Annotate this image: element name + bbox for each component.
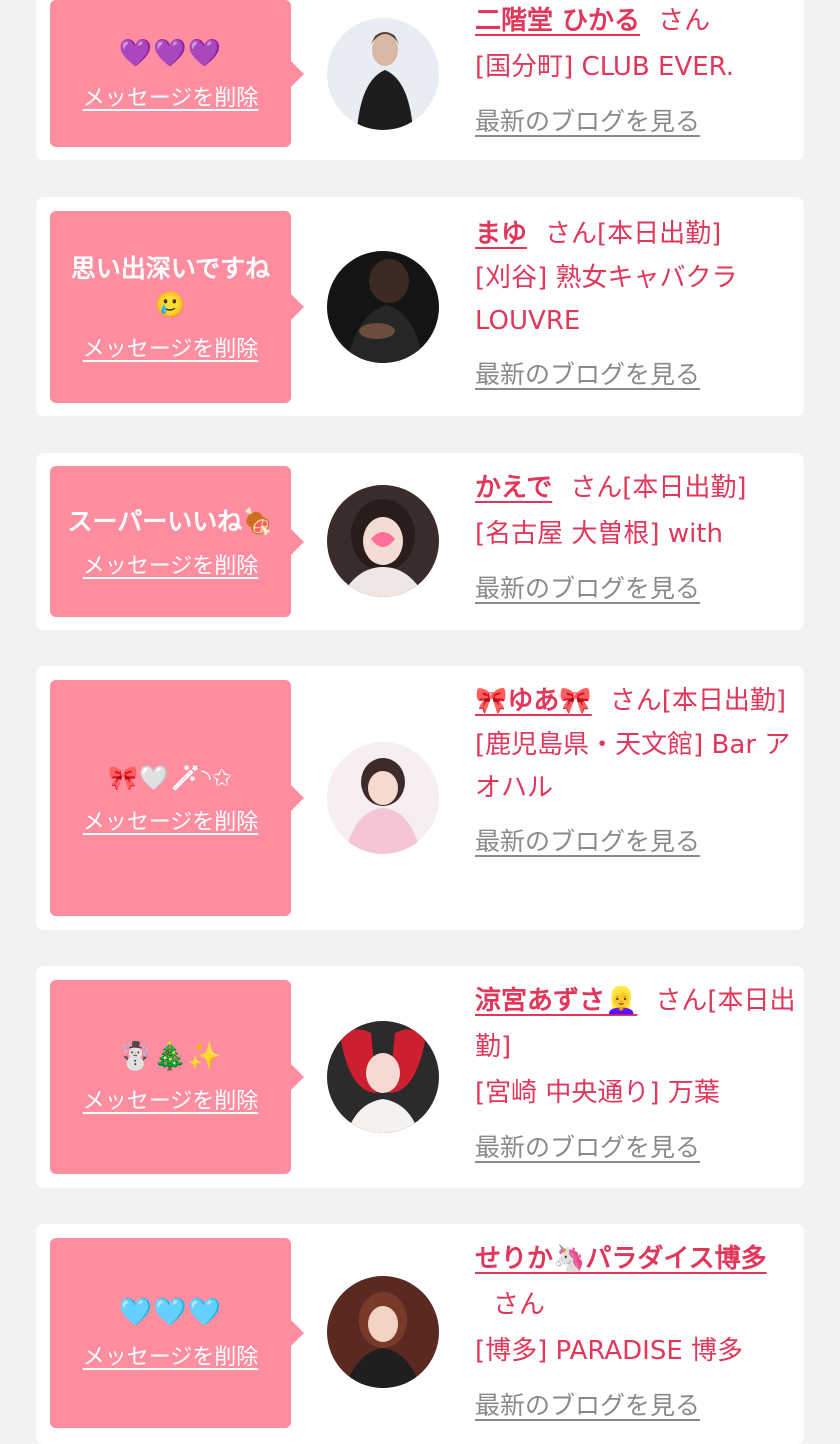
- message-text: スーパーいいね🍖: [67, 506, 274, 536]
- message-card: スーパーいいね🍖 メッセージを削除 かえで さん[本日出勤] [名古屋 大曽根] …: [36, 453, 804, 630]
- shop-label: [国分町] CLUB EVER.: [475, 52, 735, 82]
- avatar[interactable]: [327, 1021, 439, 1133]
- cast-info: せりか🦄パラダイス博多さん [博多] PARADISE 博多 最新のブログを見る: [475, 1236, 797, 1426]
- san-label: さん: [609, 686, 662, 716]
- cast-name-link[interactable]: 二階堂 ひかる: [475, 6, 640, 36]
- delete-message-link[interactable]: メッセージを削除: [83, 1339, 259, 1371]
- latest-blog-link[interactable]: 最新のブログを見る: [475, 1128, 797, 1168]
- latest-blog-link[interactable]: 最新のブログを見る: [475, 102, 797, 142]
- message-bubble: 🎀🤍🪄︎︎◝✩ メッセージを削除: [50, 680, 304, 916]
- message-bubble: ☃️🎄✨ メッセージを削除: [50, 980, 304, 1174]
- message-text: 💜💜💜: [118, 37, 223, 69]
- message-card: 💜💜💜 メッセージを削除 二階堂 ひかる さん [国分町] CLUB EVER. …: [36, 0, 804, 160]
- cast-name-link[interactable]: かえで: [475, 473, 552, 503]
- cast-info: かえで さん[本日出勤] [名古屋 大曽根] with 最新のブログを見る: [475, 465, 797, 609]
- shop-label: [名古屋 大曽根] with: [475, 519, 723, 549]
- san-label: さん: [658, 6, 711, 36]
- cast-name-link[interactable]: 涼宮あずさ👱‍♀️: [475, 986, 637, 1016]
- status-label: [本日出勤]: [597, 219, 722, 249]
- shop-label: [刈谷] 熟女キャバクラLOUVRE: [475, 263, 738, 336]
- avatar[interactable]: [327, 251, 439, 363]
- message-card: 🩵🩵🩵 メッセージを削除 せりか🦄パラダイス博多さん [博多] PARADISE…: [36, 1224, 804, 1444]
- message-text: 🎀🤍🪄︎︎◝✩: [108, 764, 233, 792]
- delete-message-link[interactable]: メッセージを削除: [83, 548, 259, 580]
- avatar[interactable]: [327, 1276, 439, 1388]
- message-card: 🎀🤍🪄︎︎◝✩ メッセージを削除 🎀ゆあ🎀 さん[本日出勤] [鹿児島県・天文館]…: [36, 666, 804, 930]
- san-label: さん: [493, 1290, 546, 1320]
- cast-info: 二階堂 ひかる さん [国分町] CLUB EVER. 最新のブログを見る: [475, 0, 797, 142]
- latest-blog-link[interactable]: 最新のブログを見る: [475, 1386, 797, 1426]
- shop-label: [博多] PARADISE 博多: [475, 1336, 744, 1366]
- message-text: ☃️🎄✨: [118, 1041, 223, 1072]
- shop-label: [鹿児島県・天文館] Bar アオハル: [475, 730, 791, 803]
- cast-name-link[interactable]: 🎀ゆあ🎀: [475, 686, 592, 716]
- cast-info: 🎀ゆあ🎀 さん[本日出勤] [鹿児島県・天文館] Bar アオハル 最新のブログを…: [475, 678, 797, 862]
- avatar[interactable]: [327, 18, 439, 130]
- message-bubble: 💜💜💜 メッセージを削除: [50, 0, 304, 147]
- message-card: 思い出深いですね🥲 メッセージを削除 まゆ さん[本日出勤] [刈谷] 熟女キャバ…: [36, 197, 804, 416]
- cast-info: 涼宮あずさ👱‍♀️ さん[本日出勤] [宮崎 中央通り] 万葉 最新のブログを見る: [475, 978, 797, 1168]
- status-label: [本日出勤]: [622, 473, 747, 503]
- san-label: さん: [545, 219, 598, 249]
- latest-blog-link[interactable]: 最新のブログを見る: [475, 822, 797, 862]
- delete-message-link[interactable]: メッセージを削除: [83, 1083, 259, 1115]
- san-label: さん: [655, 986, 708, 1016]
- message-bubble: スーパーいいね🍖 メッセージを削除: [50, 466, 304, 617]
- message-bubble: 思い出深いですね🥲 メッセージを削除: [50, 211, 304, 403]
- message-card: ☃️🎄✨ メッセージを削除 涼宮あずさ👱‍♀️ さん[本日出勤] [宮崎 中央通り…: [36, 966, 804, 1188]
- delete-message-link[interactable]: メッセージを削除: [83, 331, 259, 363]
- shop-label: [宮崎 中央通り] 万葉: [475, 1078, 720, 1108]
- avatar[interactable]: [327, 485, 439, 597]
- avatar[interactable]: [327, 742, 439, 854]
- latest-blog-link[interactable]: 最新のブログを見る: [475, 355, 797, 395]
- delete-message-link[interactable]: メッセージを削除: [83, 804, 259, 836]
- san-label: さん: [570, 473, 623, 503]
- status-label: [本日出勤]: [661, 686, 787, 716]
- message-text: 🩵🩵🩵: [118, 1297, 223, 1328]
- delete-message-link[interactable]: メッセージを削除: [83, 80, 259, 112]
- cast-name-link[interactable]: せりか🦄パラダイス博多: [475, 1244, 767, 1274]
- cast-name-link[interactable]: まゆ: [475, 219, 527, 249]
- cast-info: まゆ さん[本日出勤] [刈谷] 熟女キャバクラLOUVRE 最新のブログを見る: [475, 211, 797, 395]
- latest-blog-link[interactable]: 最新のブログを見る: [475, 569, 797, 609]
- message-bubble: 🩵🩵🩵 メッセージを削除: [50, 1238, 304, 1428]
- message-text: 思い出深いですね🥲: [70, 254, 271, 319]
